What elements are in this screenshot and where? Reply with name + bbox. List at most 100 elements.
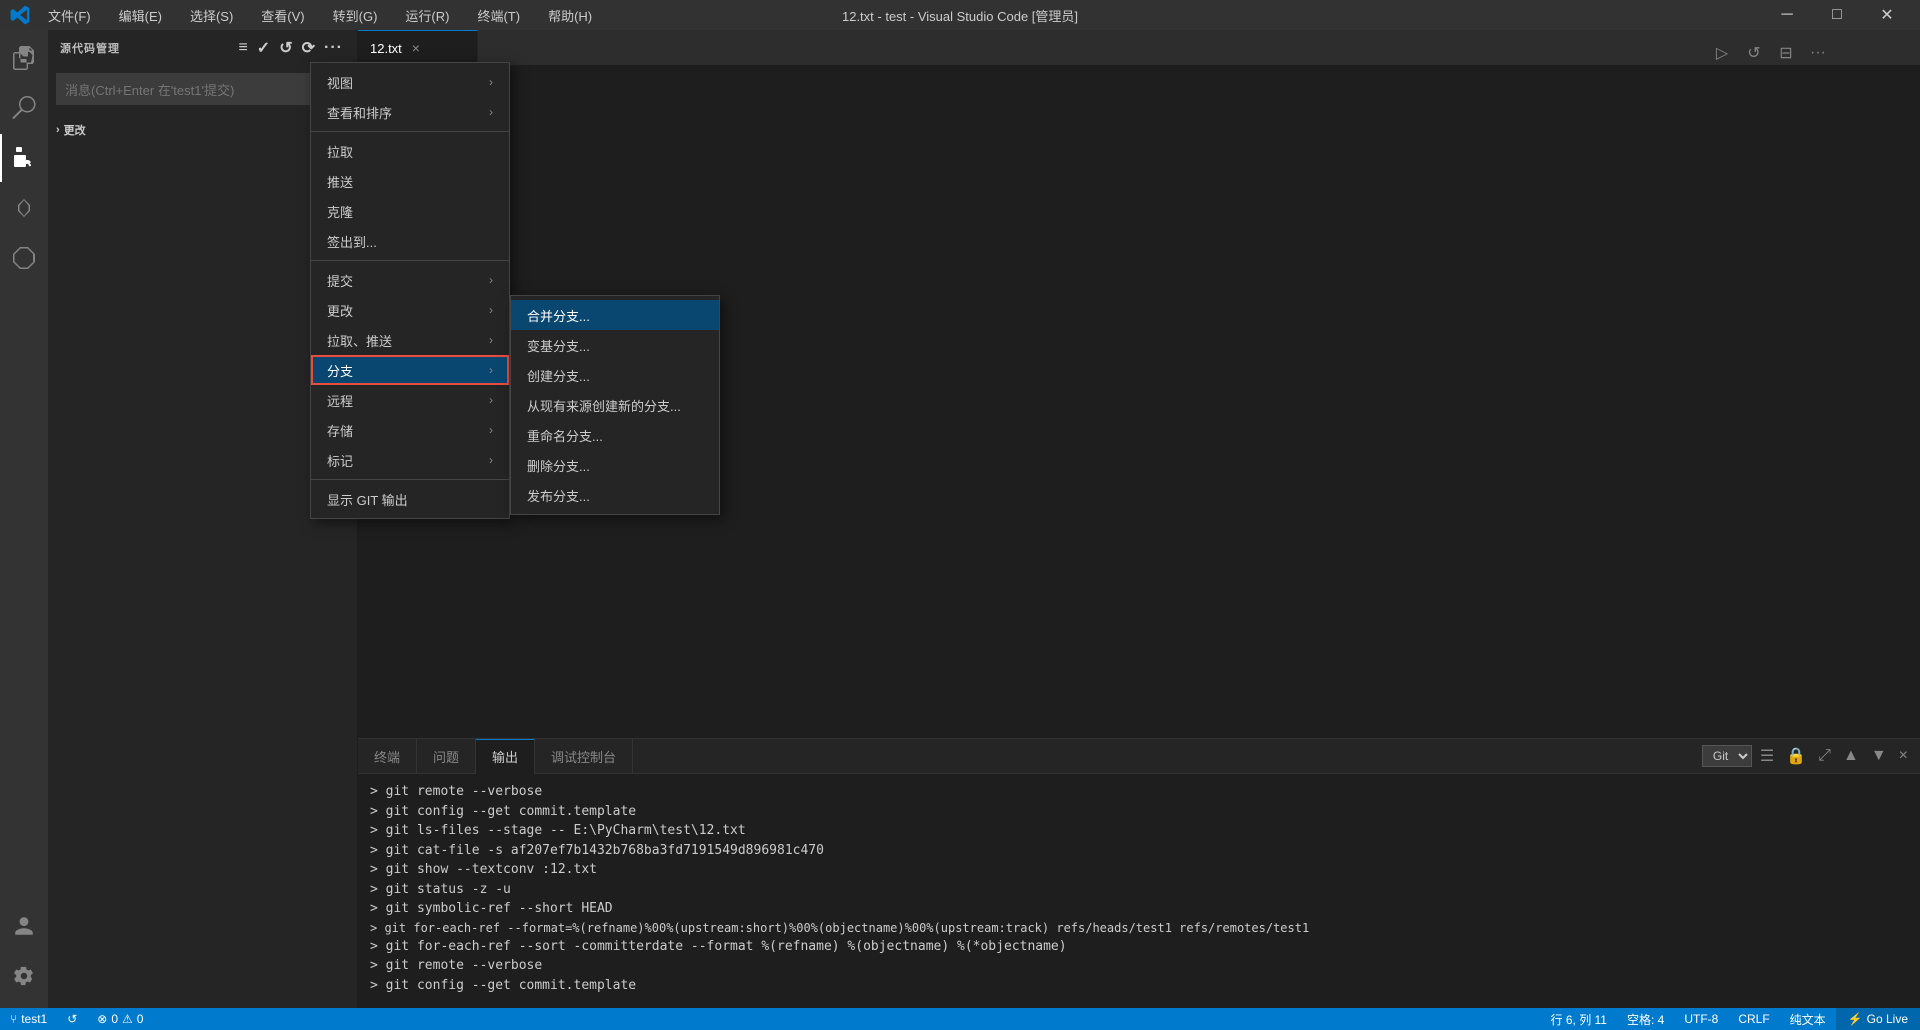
changes-header[interactable]: › 更改 ↺ + [56, 116, 349, 144]
menu-goto[interactable]: 转到(G) [327, 4, 384, 27]
menu-item-tags[interactable]: 标记 › [311, 445, 509, 475]
go-live-button[interactable]: ⚡ Go Live [1836, 1008, 1920, 1030]
activity-explorer[interactable] [0, 34, 48, 82]
menu-item-pull-push[interactable]: 拉取、推送 › [311, 325, 509, 355]
menu-item-label: 签出到... [327, 232, 377, 251]
menu-item-branch[interactable]: 分支 › [311, 355, 509, 385]
terminal-tab-debug[interactable]: 调试控制台 [535, 739, 633, 774]
activity-extensions[interactable] [0, 234, 48, 282]
status-encoding[interactable]: UTF-8 [1674, 1008, 1728, 1030]
tab-12txt[interactable]: 12.txt × [358, 30, 478, 65]
menu-terminal[interactable]: 终端(T) [471, 4, 526, 27]
menu-view[interactable]: 查看(V) [255, 4, 310, 27]
submenu-item-delete-branch[interactable]: 删除分支... [511, 450, 719, 480]
editor-line-1: 1 ads [358, 73, 1920, 93]
more-actions-button[interactable]: ··· [1804, 39, 1832, 67]
settings-gear-icon [13, 965, 35, 987]
activity-run[interactable] [0, 184, 48, 232]
status-bar-left: ⑂ test1 ↺ ⊗ 0 ⚠ 0 [0, 1008, 153, 1030]
status-file-type[interactable]: 纯文本 [1780, 1008, 1836, 1030]
activity-search[interactable] [0, 84, 48, 132]
menu-bar[interactable]: 文件(F) 编辑(E) 选择(S) 查看(V) 转到(G) 运行(R) 终端(T… [42, 4, 598, 27]
submenu-item-label: 从现有来源创建新的分支... [527, 396, 681, 415]
status-line-ending[interactable]: CRLF [1728, 1008, 1779, 1030]
menu-help[interactable]: 帮助(H) [542, 4, 598, 27]
submenu-item-rebase-branch[interactable]: 变基分支... [511, 330, 719, 360]
split-editor-button[interactable]: ⊟ [1772, 39, 1800, 67]
menu-item-clone[interactable]: 克隆 [311, 196, 509, 226]
sidebar-action-undo[interactable]: ↺ [277, 36, 295, 60]
menu-item-changes[interactable]: 更改 › [311, 295, 509, 325]
submenu-item-publish-branch[interactable]: 发布分支... [511, 480, 719, 510]
status-errors[interactable]: ⊗ 0 ⚠ 0 [87, 1008, 153, 1030]
sidebar-action-refresh[interactable]: ⟳ [300, 36, 318, 60]
sidebar-action-more[interactable]: ··· [322, 36, 345, 60]
terminal-list-icon[interactable]: ☰ [1756, 742, 1778, 770]
sidebar-action-menu[interactable]: ≡ [236, 36, 250, 60]
menu-item-view[interactable]: 视图 › [311, 67, 509, 97]
run-file-button[interactable]: ▷ [1708, 39, 1736, 67]
terminal-lock-icon[interactable]: 🔒 [1782, 742, 1810, 770]
window-title: 12.txt - test - Visual Studio Code [管理员] [842, 6, 1078, 25]
maximize-button[interactable]: □ [1814, 0, 1860, 30]
status-row-col[interactable]: 行 6, 列 11 [1541, 1008, 1617, 1030]
branch-name: test1 [21, 1012, 47, 1026]
submenu-arrow-icon: › [489, 423, 493, 437]
menu-item-view-sort[interactable]: 查看和排序 › [311, 97, 509, 127]
status-spaces[interactable]: 空格: 4 [1617, 1008, 1674, 1030]
activity-source-control[interactable] [0, 134, 48, 182]
commit-message-input[interactable] [56, 73, 349, 105]
tab-close-button[interactable]: × [410, 38, 422, 58]
terminal-tab-label: 终端 [374, 747, 400, 766]
submenu-item-merge-branch[interactable]: 合并分支... [511, 300, 719, 330]
sidebar-header: 源代码管理 ≡ ✓ ↺ ⟳ ··· [48, 30, 357, 65]
status-bar: ⑂ test1 ↺ ⊗ 0 ⚠ 0 行 6, 列 11 空格: 4 UTF-8 … [0, 1008, 1920, 1030]
terminal-panel: 终端 问题 输出 调试控制台 Git ☰ 🔒 ⤢ [358, 738, 1920, 1008]
menu-item-show-git-output[interactable]: 显示 GIT 输出 [311, 484, 509, 514]
terminal-tab-label: 输出 [492, 747, 518, 766]
open-changes-button[interactable]: ↺ [1740, 39, 1768, 67]
status-sync[interactable]: ↺ [57, 1008, 87, 1030]
menu-item-pull[interactable]: 拉取 [311, 136, 509, 166]
activity-account[interactable] [0, 902, 48, 950]
submenu-item-label: 重命名分支... [527, 426, 603, 445]
menu-edit[interactable]: 编辑(E) [113, 4, 168, 27]
menu-select[interactable]: 选择(S) [184, 4, 239, 27]
minimize-button[interactable]: ─ [1764, 0, 1810, 30]
git-source-select[interactable]: Git [1702, 745, 1752, 767]
activity-settings[interactable] [0, 952, 48, 1000]
submenu-item-label: 创建分支... [527, 366, 590, 385]
terminal-tab-output[interactable]: 输出 [476, 739, 535, 774]
vscode-logo-icon [10, 5, 30, 25]
terminal-minimize-icon[interactable]: ▼ [1867, 743, 1891, 769]
submenu-item-label: 变基分支... [527, 336, 590, 355]
terminal-line-1: > git config --get commit.template [370, 802, 1908, 822]
sidebar-action-check[interactable]: ✓ [255, 36, 273, 60]
menu-file[interactable]: 文件(F) [42, 4, 97, 27]
menu-item-remote[interactable]: 远程 › [311, 385, 509, 415]
run-debug-icon [12, 196, 36, 220]
menu-run[interactable]: 运行(R) [399, 4, 455, 27]
close-button[interactable]: ✕ [1864, 0, 1910, 30]
submenu-item-create-branch[interactable]: 创建分支... [511, 360, 719, 390]
editor-area: 12.txt × 1 ads ▷ ↺ ⊟ ··· 终端 问题 [358, 30, 1920, 1008]
submenu-item-rename-branch[interactable]: 重命名分支... [511, 420, 719, 450]
status-branch[interactable]: ⑂ test1 [0, 1008, 57, 1030]
terminal-maximize-icon[interactable]: ▲ [1839, 743, 1863, 769]
file-type-text: 纯文本 [1790, 1011, 1826, 1028]
terminal-close-icon[interactable]: × [1895, 743, 1912, 769]
menu-item-checkout[interactable]: 签出到... [311, 226, 509, 256]
submenu-item-create-branch-from[interactable]: 从现有来源创建新的分支... [511, 390, 719, 420]
terminal-tab-problems[interactable]: 问题 [417, 739, 476, 774]
menu-item-push[interactable]: 推送 [311, 166, 509, 196]
menu-item-stash[interactable]: 存储 › [311, 415, 509, 445]
submenu-arrow-icon: › [489, 333, 493, 347]
terminal-expand-icon[interactable]: ⤢ [1814, 743, 1835, 769]
terminal-tab-terminal[interactable]: 终端 [358, 739, 417, 774]
submenu-arrow-icon: › [489, 393, 493, 407]
menu-item-commit[interactable]: 提交 › [311, 265, 509, 295]
menu-item-label: 拉取 [327, 142, 353, 161]
status-bar-right: 行 6, 列 11 空格: 4 UTF-8 CRLF 纯文本 ⚡ Go Live [1541, 1008, 1920, 1030]
activity-bar-bottom [0, 902, 48, 1008]
header-actions: ▷ ↺ ⊟ ··· [1700, 35, 1840, 71]
